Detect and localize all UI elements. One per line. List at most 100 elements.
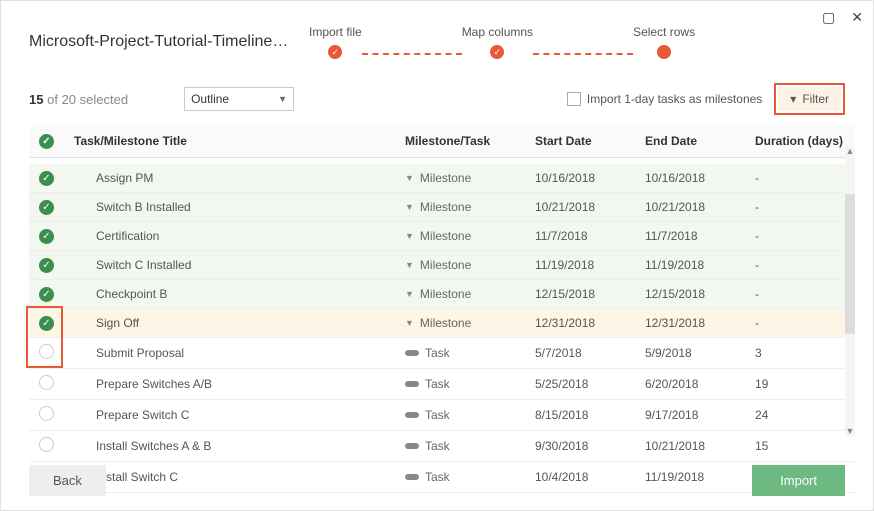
wizard-step-label: Map columns xyxy=(462,25,533,39)
scroll-up-icon: ▲ xyxy=(845,146,855,156)
table-row[interactable]: ✓CertificationMilestone11/7/201811/7/201… xyxy=(29,221,855,250)
row-title: Sign Off xyxy=(64,308,395,337)
row-checkbox-cell[interactable] xyxy=(29,430,64,461)
row-end-date: 12/15/2018 xyxy=(635,279,745,308)
row-end-date: 10/21/2018 xyxy=(635,192,745,221)
row-duration: 24 xyxy=(745,399,855,430)
row-checkbox-cell[interactable]: ✓ xyxy=(29,279,64,308)
wizard-connector xyxy=(533,53,633,55)
check-icon: ✓ xyxy=(39,316,54,331)
current-step-icon xyxy=(657,45,671,59)
row-end-date: 6/20/2018 xyxy=(635,368,745,399)
check-icon: ✓ xyxy=(328,45,342,59)
row-checkbox-cell[interactable] xyxy=(29,399,64,430)
row-checkbox-cell[interactable]: ✓ xyxy=(29,308,64,337)
milestone-icon: Milestone xyxy=(405,258,515,272)
unchecked-icon xyxy=(39,406,54,421)
column-duration[interactable]: Duration (days) xyxy=(745,125,855,158)
row-end-date: 9/17/2018 xyxy=(635,399,745,430)
row-title: Switch B Installed xyxy=(64,192,395,221)
table-row[interactable]: Install Switches A & BTask9/30/201810/21… xyxy=(29,430,855,461)
row-checkbox-cell[interactable] xyxy=(29,368,64,399)
check-icon: ✓ xyxy=(39,134,54,149)
row-start-date: 5/25/2018 xyxy=(525,368,635,399)
row-duration: - xyxy=(745,250,855,279)
row-end-date: 5/9/2018 xyxy=(635,337,745,368)
row-type: Task xyxy=(395,399,525,430)
milestone-icon: Milestone xyxy=(405,229,515,243)
check-icon: ✓ xyxy=(39,258,54,273)
table-row[interactable]: ✓Switch C InstalledMilestone11/19/201811… xyxy=(29,250,855,279)
filter-button[interactable]: ▾ Filter xyxy=(778,87,841,111)
window-title: Microsoft-Project-Tutorial-Timeline-Te..… xyxy=(29,33,289,51)
row-end-date: 12/31/2018 xyxy=(635,308,745,337)
table-row[interactable]: ✓Checkpoint BMilestone12/15/201812/15/20… xyxy=(29,279,855,308)
row-end-date: 10/21/2018 xyxy=(635,430,745,461)
task-icon: Task xyxy=(405,346,515,360)
row-checkbox-cell[interactable] xyxy=(29,337,64,368)
wizard-steps: Import file ✓ Map columns ✓ Select rows xyxy=(309,25,695,59)
table-row[interactable]: ✓Sign OffMilestone12/31/201812/31/2018- xyxy=(29,308,855,337)
row-type: Milestone xyxy=(395,279,525,308)
import-button[interactable]: Import xyxy=(752,465,845,496)
unchecked-icon xyxy=(39,375,54,390)
row-type: Milestone xyxy=(395,221,525,250)
milestone-icon: Milestone xyxy=(405,287,515,301)
row-checkbox-cell[interactable]: ✓ xyxy=(29,250,64,279)
row-start-date: 10/16/2018 xyxy=(525,164,635,193)
row-checkbox-cell[interactable]: ✓ xyxy=(29,164,64,193)
row-start-date: 5/7/2018 xyxy=(525,337,635,368)
row-type: Task xyxy=(395,337,525,368)
close-icon[interactable]: ✕ xyxy=(851,9,863,26)
row-duration: 15 xyxy=(745,430,855,461)
row-title: Prepare Switches A/B xyxy=(64,368,395,399)
row-duration: - xyxy=(745,308,855,337)
row-duration: 19 xyxy=(745,368,855,399)
row-type: Milestone xyxy=(395,192,525,221)
checkbox-icon xyxy=(567,92,581,106)
maximize-icon[interactable]: ▢ xyxy=(822,9,835,26)
table-row[interactable]: Prepare Switches A/BTask5/25/20186/20/20… xyxy=(29,368,855,399)
view-mode-select[interactable]: Outline ▼ xyxy=(184,87,294,111)
wizard-connector xyxy=(362,53,462,55)
column-start[interactable]: Start Date xyxy=(525,125,635,158)
row-checkbox-cell[interactable]: ✓ xyxy=(29,192,64,221)
select-all-header[interactable]: ✓ xyxy=(29,125,64,158)
task-icon: Task xyxy=(405,408,515,422)
row-checkbox-cell[interactable]: ✓ xyxy=(29,221,64,250)
table-row[interactable]: ✓Assign PMMilestone10/16/201810/16/2018- xyxy=(29,164,855,193)
row-duration: - xyxy=(745,279,855,308)
column-title[interactable]: Task/Milestone Title xyxy=(64,125,395,158)
check-icon: ✓ xyxy=(39,229,54,244)
column-end[interactable]: End Date xyxy=(635,125,745,158)
milestone-icon: Milestone xyxy=(405,200,515,214)
milestone-icon: Milestone xyxy=(405,316,515,330)
row-end-date: 11/7/2018 xyxy=(635,221,745,250)
back-button[interactable]: Back xyxy=(29,465,106,496)
table-row[interactable]: Prepare Switch CTask8/15/20189/17/201824 xyxy=(29,399,855,430)
row-title: Switch C Installed xyxy=(64,250,395,279)
column-type[interactable]: Milestone/Task xyxy=(395,125,525,158)
milestone-checkbox[interactable]: Import 1-day tasks as milestones xyxy=(567,92,762,106)
vertical-scrollbar[interactable]: ▲ ▼ xyxy=(845,146,855,436)
chevron-down-icon: ▼ xyxy=(278,94,287,104)
row-title: Assign PM xyxy=(64,164,395,193)
table-row[interactable]: ✓Switch B InstalledMilestone10/21/201810… xyxy=(29,192,855,221)
row-duration: 3 xyxy=(745,337,855,368)
row-start-date: 12/31/2018 xyxy=(525,308,635,337)
table-row[interactable]: Submit ProposalTask5/7/20185/9/20183 xyxy=(29,337,855,368)
row-type: Milestone xyxy=(395,250,525,279)
row-start-date: 12/15/2018 xyxy=(525,279,635,308)
row-start-date: 9/30/2018 xyxy=(525,430,635,461)
milestone-icon: Milestone xyxy=(405,171,515,185)
row-start-date: 8/15/2018 xyxy=(525,399,635,430)
scrollbar-thumb[interactable] xyxy=(845,194,855,334)
check-icon: ✓ xyxy=(39,171,54,186)
filter-icon: ▾ xyxy=(790,92,796,106)
wizard-step-label: Import file xyxy=(309,25,362,39)
row-duration: - xyxy=(745,221,855,250)
row-type: Milestone xyxy=(395,164,525,193)
row-type: Milestone xyxy=(395,308,525,337)
row-start-date: 11/7/2018 xyxy=(525,221,635,250)
unchecked-icon xyxy=(39,437,54,452)
